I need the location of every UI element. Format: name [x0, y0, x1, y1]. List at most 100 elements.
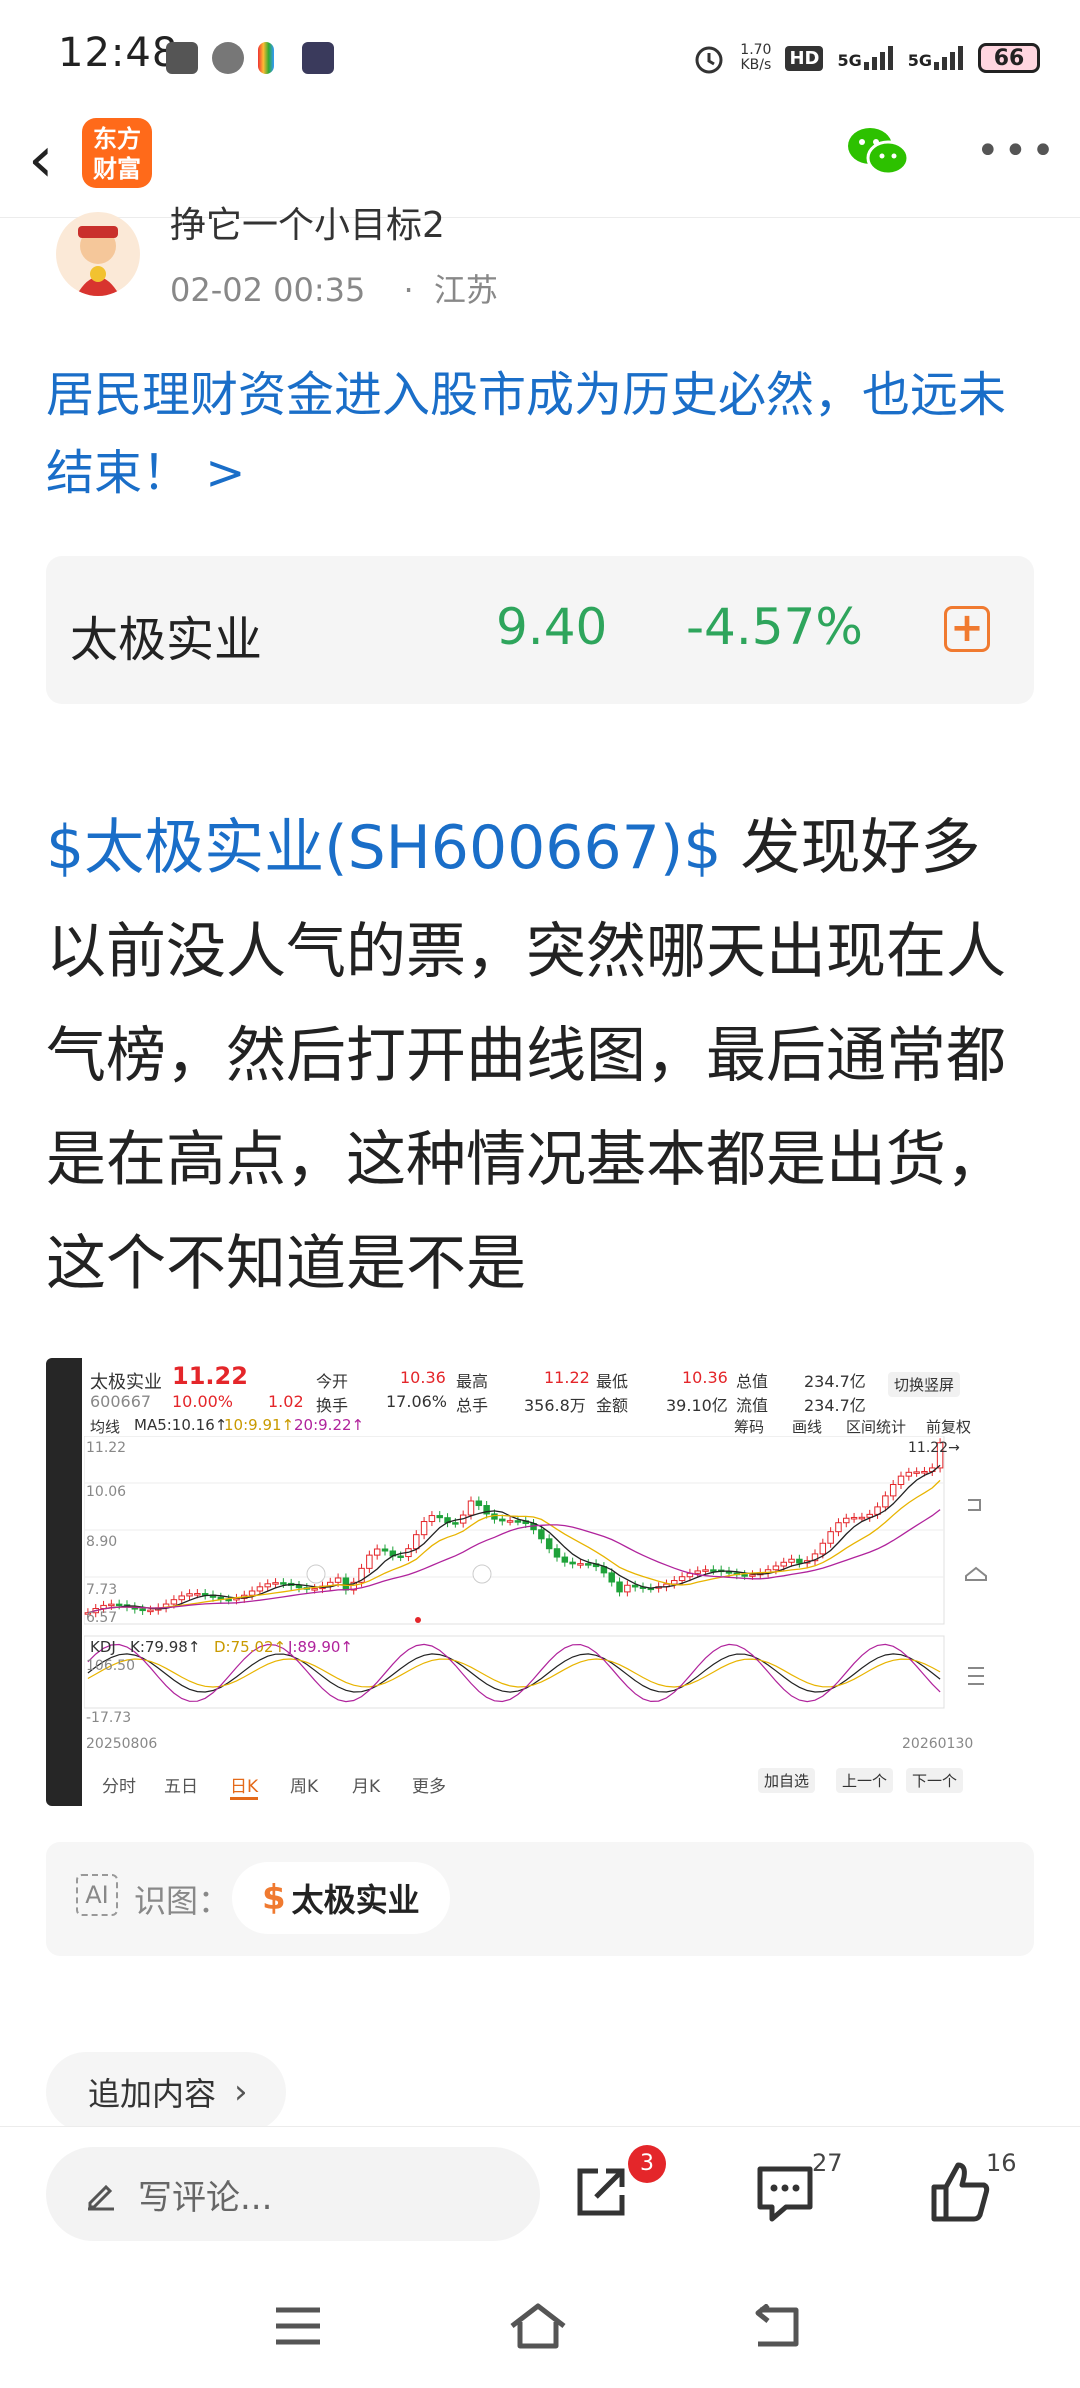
candle-body	[819, 1542, 827, 1555]
img-adjust-btn: 前复权	[926, 1418, 972, 1436]
candle-body	[499, 1518, 506, 1522]
candle-body	[194, 1593, 201, 1596]
img-amount-label: 金额	[596, 1396, 629, 1415]
img-date-start: 20250806	[86, 1736, 158, 1752]
img-ytick-5: 6.57	[86, 1610, 118, 1626]
topic-headline-link[interactable]: 居民理财资金进入股市成为历史必然，也远未结束！ >	[46, 356, 1036, 512]
candle-body	[420, 1521, 428, 1536]
candle-body	[913, 1471, 920, 1474]
candle-body	[772, 1565, 780, 1571]
img-high-label: 最高	[456, 1372, 489, 1391]
share-icon[interactable]	[566, 2157, 636, 2227]
img-tab-2: 五日	[164, 1777, 198, 1797]
img-open-label: 今开	[316, 1372, 349, 1391]
img-price: 11.22	[172, 1362, 248, 1390]
candle-body	[905, 1471, 913, 1477]
status-bar: 12:48 1.70 KB/s HD 5G 5G 66	[0, 0, 1080, 110]
candle-body	[452, 1522, 459, 1525]
img-tab-1: 分时	[102, 1777, 136, 1797]
net-speed: 1.70 KB/s	[740, 42, 772, 73]
plus-square-icon[interactable]: +	[944, 606, 990, 652]
img-kdj-top: 106.50	[86, 1658, 135, 1674]
img-total-cap-label: 总值	[736, 1372, 769, 1391]
candle-body	[827, 1531, 834, 1544]
candle-body	[569, 1561, 576, 1565]
sync-notification-icon	[212, 42, 244, 74]
candle-body	[108, 1603, 115, 1607]
like-count: 16	[986, 2149, 1017, 2177]
home-icon[interactable]	[508, 2302, 568, 2350]
candle-body	[139, 1608, 146, 1612]
candle-body	[428, 1515, 436, 1523]
menu-icon[interactable]	[274, 2306, 322, 2346]
app-notification-icon	[166, 42, 198, 74]
comment-count: 27	[812, 2149, 843, 2177]
top-nav: ‹ 东方财富 •••	[0, 110, 1080, 218]
dollar-icon: $	[262, 1878, 286, 1918]
avatar[interactable]	[56, 212, 140, 296]
img-turnover-label: 换手	[316, 1396, 349, 1415]
app-logo: 东方财富	[82, 118, 152, 188]
candle-body	[882, 1495, 889, 1508]
chevron-left-icon[interactable]: ‹	[28, 124, 54, 196]
img-ytick-4: 7.73	[86, 1582, 118, 1598]
stock-tag-link[interactable]: $太极实业(SH600667)$	[46, 813, 721, 883]
add-content-label: 追加内容	[88, 2075, 217, 2113]
back-icon[interactable]	[750, 2304, 802, 2348]
candle-body	[538, 1529, 545, 1540]
candle-body	[201, 1593, 209, 1596]
candle-body	[334, 1577, 342, 1583]
comment-icon[interactable]	[750, 2157, 820, 2227]
img-draw-btn: 画线	[792, 1418, 823, 1436]
candle-body	[545, 1538, 553, 1550]
candle-body	[514, 1520, 522, 1523]
colorful-notification-icon	[258, 42, 274, 74]
wechat-icon[interactable]	[846, 124, 910, 180]
img-ma5: MA5:10.16↑	[134, 1416, 228, 1434]
candle-body	[897, 1475, 905, 1486]
candle-body	[858, 1516, 866, 1520]
post-meta: 02-02 00:35 · 江苏	[170, 265, 498, 311]
candle-body	[170, 1599, 178, 1605]
candle-body	[115, 1603, 123, 1607]
post-location: 江苏	[433, 271, 498, 309]
more-horizontal-icon[interactable]: •••	[976, 128, 1059, 174]
candle-body	[741, 1574, 748, 1577]
pencil-icon	[88, 2184, 114, 2211]
candle-body	[506, 1520, 514, 1523]
candle-body	[366, 1554, 373, 1569]
candle-body	[710, 1569, 717, 1572]
status-time: 12:48	[58, 30, 179, 76]
meta-separator: ·	[403, 271, 414, 309]
img-switch-button: 切换竖屏	[888, 1372, 961, 1397]
img-turnover: 17.06%	[386, 1392, 448, 1411]
img-kdj-j: J:89.90↑	[288, 1638, 353, 1656]
recognized-stock-chip[interactable]: $ 太极实业	[232, 1862, 450, 1934]
img-total-cap: 234.7亿	[804, 1372, 866, 1391]
img-stock-name: 太极实业	[90, 1372, 162, 1393]
signal-2: 5G	[908, 46, 964, 70]
img-pct: 10.00%	[172, 1392, 234, 1411]
candle-body	[147, 1609, 154, 1613]
candle-body	[921, 1470, 928, 1474]
comment-input[interactable]: 写评论...	[46, 2147, 540, 2241]
signal-bars-icon	[934, 46, 963, 70]
add-content-button[interactable]: 追加内容 ›	[46, 2052, 286, 2132]
img-ma10: 10:9.91↑	[224, 1416, 295, 1434]
hd-icon: HD	[785, 45, 824, 71]
candle-body	[608, 1572, 615, 1583]
candle-body	[702, 1569, 709, 1572]
img-vol: 356.8万	[524, 1396, 586, 1415]
img-ma-label: 均线	[90, 1418, 121, 1436]
stock-quote-card[interactable]: 太极实业 9.40 -4.57% +	[46, 556, 1034, 704]
candle-body	[850, 1516, 858, 1520]
kline-screenshot[interactable]: 太极实业 11.22 600667 10.00% 1.02 今开 10.36 最…	[46, 1358, 988, 1806]
candle-body	[678, 1576, 686, 1582]
author-name[interactable]: 挣它一个小目标2	[170, 196, 445, 248]
play-notification-icon	[302, 42, 334, 74]
chevron-right-icon: ›	[234, 2072, 248, 2112]
candle-body	[413, 1534, 420, 1550]
post-body: $太极实业(SH600667)$ 发现好多以前没人气的票，突然哪天出现在人气榜，…	[46, 796, 1036, 1316]
img-ytick-2: 10.06	[86, 1484, 127, 1500]
candle-body	[436, 1515, 443, 1519]
